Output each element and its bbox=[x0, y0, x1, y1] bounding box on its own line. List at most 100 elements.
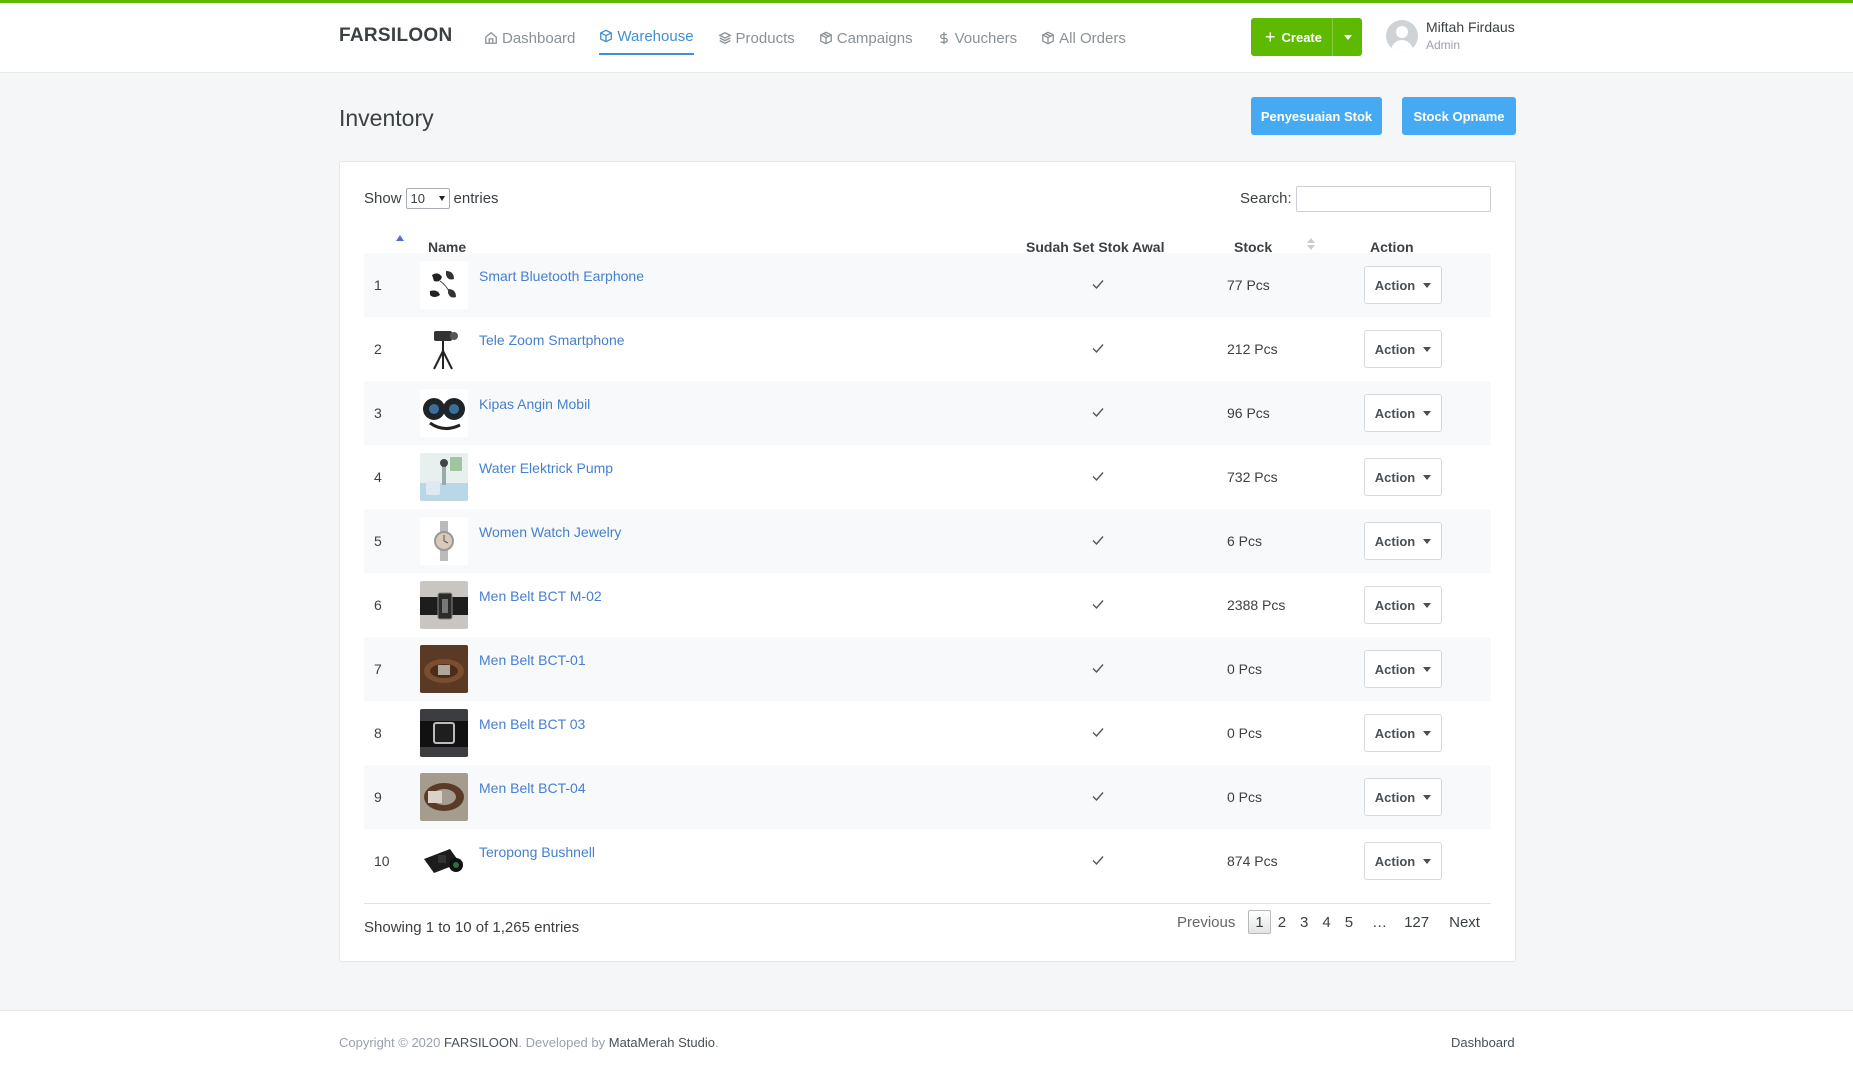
nav-item-campaigns[interactable]: Campaigns bbox=[819, 3, 913, 73]
product-name-link[interactable]: Men Belt BCT M-02 bbox=[479, 588, 602, 604]
footer-dashboard-link[interactable]: Dashboard bbox=[1451, 1035, 1515, 1050]
product-name-link[interactable]: Tele Zoom Smartphone bbox=[479, 332, 625, 348]
check-icon bbox=[1092, 536, 1104, 546]
table-row: 5 Women Watch Jewelry 6 Pcs Action bbox=[364, 509, 1491, 573]
nav-item-products[interactable]: Products bbox=[717, 3, 795, 73]
chevron-down-icon bbox=[1423, 538, 1432, 544]
search-input[interactable] bbox=[1296, 186, 1491, 212]
home-icon bbox=[485, 31, 497, 44]
nav-label: Products bbox=[735, 29, 795, 47]
user-name[interactable]: Miftah Firdaus bbox=[1426, 19, 1515, 35]
nav-item-all-orders[interactable]: All Orders bbox=[1041, 3, 1126, 73]
pagination-next[interactable]: Next bbox=[1442, 910, 1487, 934]
action-dropdown-button[interactable]: Action bbox=[1364, 394, 1442, 432]
action-label: Action bbox=[1374, 789, 1416, 805]
pagination-previous[interactable]: Previous bbox=[1170, 910, 1242, 934]
pagination-page-5[interactable]: 5 bbox=[1338, 910, 1360, 934]
footer-brand-link[interactable]: FARSILOON bbox=[444, 1035, 518, 1050]
chevron-down-icon bbox=[1423, 730, 1432, 736]
product-thumbnail bbox=[420, 709, 468, 757]
product-thumbnail bbox=[420, 453, 468, 501]
table-row: 7 Men Belt BCT-01 0 Pcs Action bbox=[364, 637, 1491, 701]
chevron-down-icon bbox=[1423, 346, 1432, 352]
row-number: 8 bbox=[374, 725, 382, 741]
action-dropdown-button[interactable]: Action bbox=[1364, 714, 1442, 752]
brand-logo[interactable]: FARSILOON bbox=[339, 25, 453, 47]
main-nav: Dashboard Warehouse Products Campaigns V… bbox=[484, 3, 1150, 73]
check-icon bbox=[1092, 856, 1104, 866]
stock-value: 732 Pcs bbox=[1227, 469, 1278, 485]
action-label: Action bbox=[1374, 661, 1416, 677]
row-number: 3 bbox=[374, 405, 382, 421]
entries-label: entries bbox=[453, 190, 499, 207]
copyright-mid: . Developed by bbox=[518, 1035, 609, 1050]
pagination-page-last[interactable]: 127 bbox=[1397, 910, 1436, 934]
chevron-down-icon bbox=[1423, 474, 1432, 480]
action-label: Action bbox=[1374, 725, 1416, 741]
pagination-page-1[interactable]: 1 bbox=[1248, 910, 1271, 934]
action-dropdown-button[interactable]: Action bbox=[1364, 330, 1442, 368]
pagination: Previous 1 2 3 4 5 … 127 Next bbox=[1170, 908, 1487, 936]
action-dropdown-button[interactable]: Action bbox=[1364, 778, 1442, 816]
action-dropdown-button[interactable]: Action bbox=[1364, 842, 1442, 880]
row-number: 4 bbox=[374, 469, 382, 485]
product-name-link[interactable]: Water Elektrick Pump bbox=[479, 460, 613, 476]
chevron-down-icon bbox=[1423, 282, 1432, 288]
product-thumbnail bbox=[420, 581, 468, 629]
stock-value: 77 Pcs bbox=[1227, 277, 1270, 293]
nav-item-dashboard[interactable]: Dashboard bbox=[484, 3, 575, 73]
action-dropdown-button[interactable]: Action bbox=[1364, 266, 1442, 304]
action-dropdown-button[interactable]: Action bbox=[1364, 522, 1442, 560]
row-number: 7 bbox=[374, 661, 382, 677]
product-name-link[interactable]: Smart Bluetooth Earphone bbox=[479, 268, 644, 284]
pagination-ellipsis: … bbox=[1372, 913, 1388, 931]
product-name-link[interactable]: Kipas Angin Mobil bbox=[479, 396, 590, 412]
table-row: 3 Kipas Angin Mobil 96 Pcs Action bbox=[364, 381, 1491, 445]
check-icon bbox=[1092, 664, 1104, 674]
avatar[interactable] bbox=[1386, 20, 1418, 52]
create-main-button[interactable]: + Create bbox=[1251, 18, 1332, 56]
sort-asc-icon[interactable] bbox=[396, 235, 404, 241]
action-dropdown-button[interactable]: Action bbox=[1364, 586, 1442, 624]
pagination-page-3[interactable]: 3 bbox=[1293, 910, 1315, 934]
action-dropdown-button[interactable]: Action bbox=[1364, 458, 1442, 496]
nav-item-warehouse[interactable]: Warehouse bbox=[599, 3, 694, 73]
page-footer: Copyright © 2020 FARSILOON. Developed by… bbox=[0, 1010, 1853, 1072]
row-number: 5 bbox=[374, 533, 382, 549]
action-dropdown-button[interactable]: Action bbox=[1364, 650, 1442, 688]
entries-select[interactable]: 10 bbox=[405, 188, 450, 209]
developer-link[interactable]: MataMerah Studio bbox=[609, 1035, 715, 1050]
stock-adjustment-button[interactable]: Penyesuaian Stok bbox=[1251, 97, 1382, 135]
product-name-link[interactable]: Women Watch Jewelry bbox=[479, 524, 621, 540]
check-icon bbox=[1092, 600, 1104, 610]
nav-item-vouchers[interactable]: Vouchers bbox=[937, 3, 1017, 73]
showing-info: Showing 1 to 10 of 1,265 entries bbox=[364, 919, 580, 936]
table-row: 8 Men Belt BCT 03 0 Pcs Action bbox=[364, 701, 1491, 765]
product-name-link[interactable]: Men Belt BCT-04 bbox=[479, 780, 586, 796]
pagination-page-2[interactable]: 2 bbox=[1271, 910, 1293, 934]
product-name-link[interactable]: Teropong Bushnell bbox=[479, 844, 595, 860]
nav-label: Warehouse bbox=[617, 27, 694, 45]
chevron-down-icon bbox=[1423, 794, 1432, 800]
create-button[interactable]: + Create bbox=[1251, 18, 1362, 56]
layers-icon bbox=[717, 32, 732, 44]
entries-select-value: 10 bbox=[410, 191, 425, 206]
product-name-link[interactable]: Men Belt BCT 03 bbox=[479, 716, 585, 732]
stock-value: 0 Pcs bbox=[1227, 789, 1263, 805]
show-label: Show bbox=[364, 190, 402, 207]
page-title: Inventory bbox=[339, 105, 434, 131]
create-label: Create bbox=[1281, 29, 1322, 45]
sort-both-icon[interactable] bbox=[1307, 238, 1315, 250]
table-row: 9 Men Belt BCT-04 0 Pcs Action bbox=[364, 765, 1491, 829]
create-dropdown-toggle[interactable] bbox=[1332, 18, 1362, 56]
action-label: Action bbox=[1374, 469, 1416, 485]
stock-opname-button[interactable]: Stock Opname bbox=[1402, 97, 1516, 135]
pagination-page-4[interactable]: 4 bbox=[1315, 910, 1337, 934]
inventory-card: Show 10 entries Search: Name Sudah Set S… bbox=[339, 161, 1516, 962]
chevron-down-icon bbox=[1423, 410, 1432, 416]
product-thumbnail bbox=[420, 837, 468, 885]
plus-icon: + bbox=[1265, 27, 1276, 47]
copyright-prefix: Copyright © 2020 bbox=[339, 1035, 444, 1050]
dollar-icon bbox=[939, 31, 948, 45]
product-name-link[interactable]: Men Belt BCT-01 bbox=[479, 652, 586, 668]
